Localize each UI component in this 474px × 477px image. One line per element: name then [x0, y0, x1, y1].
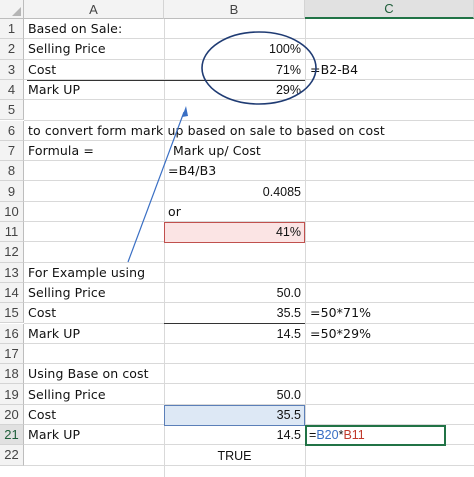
spreadsheet-grid: A B C 1 2 3 4 5 6 7 8 9 10 11 12 13 14 15 16 17 18 19 20 21 2… — [0, 0, 474, 477]
annotation-overlay — [127, 31, 317, 263]
annotation-ellipse — [201, 31, 317, 105]
annotation-arrow-head-icon — [182, 106, 188, 117]
annotation-arrow-line — [127, 111, 185, 263]
